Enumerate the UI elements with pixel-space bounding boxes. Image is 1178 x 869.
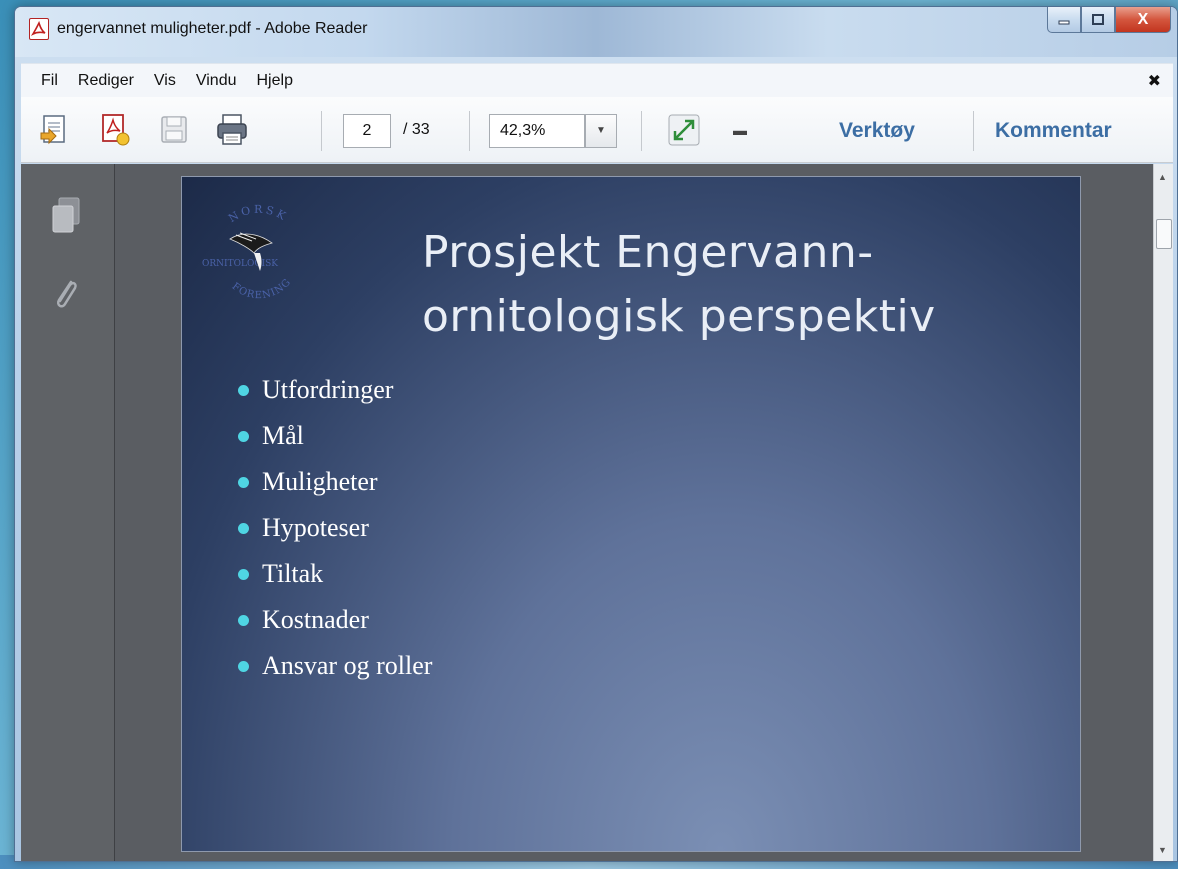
list-item: Ansvar og roller (234, 647, 432, 693)
slide-title-line-1: Prosjekt Engervann- (422, 227, 874, 278)
window-controls: X (1047, 7, 1171, 33)
zoom-dropdown-button[interactable]: ▼ (585, 114, 617, 148)
page-total-label: / 33 (403, 121, 430, 138)
slide-title-line-2: ornitologisk perspektiv (422, 291, 936, 342)
fit-page-icon[interactable] (665, 111, 703, 149)
print-icon[interactable] (213, 111, 251, 149)
menu-item-fil[interactable]: Fil (41, 72, 58, 90)
page-thumbnails-icon[interactable] (47, 194, 85, 238)
menu-item-vis[interactable]: Vis (154, 72, 176, 90)
create-pdf-icon[interactable] (95, 111, 133, 149)
attachments-icon[interactable] (47, 274, 85, 318)
menu-bar: Fil Rediger Vis Vindu Hjelp ✖ (21, 63, 1173, 97)
toolbar-separator (973, 111, 974, 151)
menu-item-hjelp[interactable]: Hjelp (257, 72, 293, 90)
list-item: Hypoteser (234, 509, 432, 555)
toolbar: 2 / 33 42,3% ▼ ▬ Verktøy Kommentar (21, 97, 1173, 163)
zoom-input[interactable]: 42,3% (489, 114, 585, 148)
comment-button[interactable]: Kommentar (995, 119, 1112, 143)
maximize-button[interactable] (1081, 7, 1115, 33)
scrollbar-thumb[interactable] (1156, 219, 1172, 249)
window-title: engervannet muligheter.pdf - Adobe Reade… (57, 20, 368, 37)
menu-item-rediger[interactable]: Rediger (78, 72, 134, 90)
chevron-down-icon: ▼ (596, 125, 606, 136)
more-tools-icon[interactable]: ▬ (733, 122, 747, 138)
list-item: Muligheter (234, 463, 432, 509)
pdf-page: NORSK FORENING ORNITOLOGISK Prosjekt Eng… (181, 176, 1081, 852)
tools-button[interactable]: Verktøy (839, 119, 915, 143)
vertical-scrollbar[interactable]: ▲ ▼ (1153, 164, 1173, 861)
menu-item-vindu[interactable]: Vindu (196, 72, 237, 90)
document-workspace: NORSK FORENING ORNITOLOGISK Prosjekt Eng… (21, 164, 1173, 861)
pdf-app-icon (29, 18, 49, 40)
minimize-button[interactable] (1047, 7, 1081, 33)
svg-text:ORNITOLOGISK: ORNITOLOGISK (202, 259, 278, 269)
close-icon: X (1137, 10, 1149, 28)
adobe-reader-window: engervannet muligheter.pdf - Adobe Reade… (14, 6, 1178, 862)
scroll-down-icon[interactable]: ▼ (1158, 845, 1167, 855)
close-button[interactable]: X (1115, 7, 1171, 33)
list-item: Tiltak (234, 555, 432, 601)
navigation-pane (21, 164, 115, 861)
norsk-ornitologisk-forening-logo: NORSK FORENING ORNITOLOGISK (202, 203, 294, 302)
list-item: Kostnader (234, 601, 432, 647)
toolbar-separator (469, 111, 470, 151)
list-item: Mål (234, 417, 432, 463)
open-file-icon[interactable] (35, 111, 73, 149)
list-item: Utfordringer (234, 371, 432, 417)
svg-text:FORENING: FORENING (230, 277, 294, 302)
slide-title: Prosjekt Engervann- ornitologisk perspek… (422, 221, 1042, 349)
toolbar-separator (321, 111, 322, 151)
bullet-list: Utfordringer Mål Muligheter Hypoteser Ti… (234, 371, 432, 693)
page-number-input[interactable]: 2 (343, 114, 391, 148)
close-document-icon[interactable]: ✖ (1148, 71, 1161, 91)
save-icon[interactable] (155, 111, 193, 149)
scroll-up-icon[interactable]: ▲ (1158, 172, 1167, 182)
title-bar[interactable]: engervannet muligheter.pdf - Adobe Reade… (15, 7, 1177, 57)
svg-text:NORSK: NORSK (226, 203, 290, 225)
toolbar-separator (641, 111, 642, 151)
